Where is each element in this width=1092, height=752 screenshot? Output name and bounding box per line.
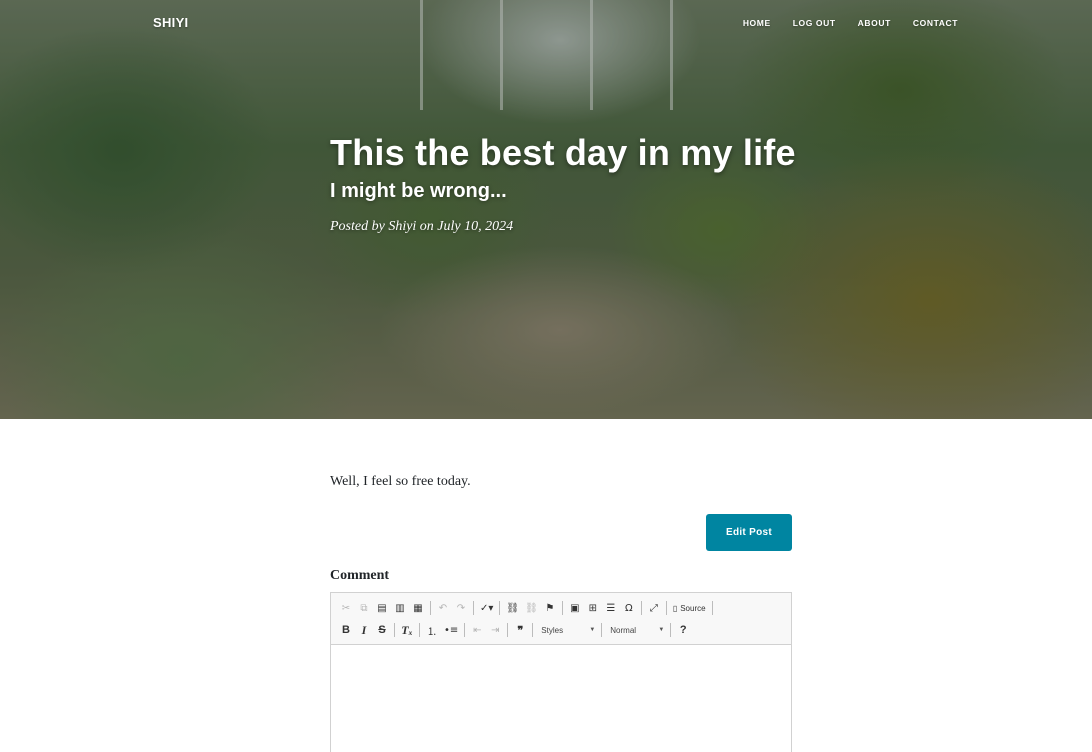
toolbar-separator <box>670 623 672 637</box>
table-icon[interactable]: ⊞ <box>584 599 602 617</box>
toolbar-separator <box>394 623 395 637</box>
source-label: Source <box>680 603 706 613</box>
post-heading: This the best day in my life I might be … <box>330 130 800 235</box>
remove-format-icon[interactable]: Tₓ <box>398 621 416 639</box>
styles-dropdown[interactable]: Styles ▼ <box>536 622 598 638</box>
post-meta: Posted by Shiyi on July 10, 2024 <box>330 219 514 234</box>
toolbar-separator <box>532 623 534 637</box>
undo-icon[interactable]: ↶ <box>434 599 452 617</box>
main-nav: SHIYI HOME LOG OUT ABOUT CONTACT <box>0 0 1092 48</box>
spellcheck-icon[interactable]: ✓▾ <box>477 599 496 617</box>
link-icon[interactable]: ⛓ <box>503 599 522 617</box>
help-button[interactable]: ? <box>674 621 692 639</box>
paste-icon[interactable]: ▤ <box>373 599 391 617</box>
strikethrough-button[interactable]: S <box>373 621 391 639</box>
comment-editor-area[interactable] <box>331 645 791 752</box>
indent-icon[interactable]: ⇥ <box>486 621 504 639</box>
post-body-text: Well, I feel so free today. <box>330 474 471 489</box>
toolbar-separator <box>507 623 509 637</box>
nav-links: HOME LOG OUT ABOUT CONTACT <box>743 18 958 28</box>
format-dropdown[interactable]: Normal ▼ <box>605 622 667 638</box>
styles-dropdown-value: Styles <box>541 625 564 635</box>
source-icon: ▯ <box>672 603 678 613</box>
toolbar-separator <box>499 601 501 615</box>
blockquote-icon[interactable]: ❞ <box>511 621 529 639</box>
italic-button[interactable]: I <box>355 621 373 639</box>
chevron-down-icon: ▼ <box>589 627 596 633</box>
bulleted-list-icon[interactable]: •≡ <box>441 621 461 639</box>
comment-editor: ✂ ⧉ ▤ ▥ ▦ ↶ ↷ ✓▾ ⛓ ⛓ ⚑ ▣ ⊞ ☰ Ω ⤢ ▯ Sourc… <box>330 592 792 752</box>
edit-post-button[interactable]: Edit Post <box>706 514 792 551</box>
horizontal-line-icon[interactable]: ☰ <box>602 599 620 617</box>
anchor-flag-icon[interactable]: ⚑ <box>541 599 559 617</box>
source-button[interactable]: ▯ Source <box>670 604 709 613</box>
toolbar-separator <box>640 601 642 615</box>
toolbar-separator <box>711 601 713 615</box>
toolbar-row: B I S Tₓ ⒈ •≡ ⇤ ⇥ ❞ Styles ▼ Normal ▼ ? <box>337 619 785 641</box>
editor-toolbar: ✂ ⧉ ▤ ▥ ▦ ↶ ↷ ✓▾ ⛓ ⛓ ⚑ ▣ ⊞ ☰ Ω ⤢ ▯ Sourc… <box>331 593 791 645</box>
post-subtitle: I might be wrong... <box>330 180 507 202</box>
image-icon[interactable]: ▣ <box>566 599 584 617</box>
special-char-icon[interactable]: Ω <box>620 599 638 617</box>
cut-icon[interactable]: ✂ <box>337 599 355 617</box>
toolbar-row: ✂ ⧉ ▤ ▥ ▦ ↶ ↷ ✓▾ ⛓ ⛓ ⚑ ▣ ⊞ ☰ Ω ⤢ ▯ Sourc… <box>337 597 785 619</box>
nav-about-link[interactable]: ABOUT <box>858 18 891 28</box>
nav-contact-link[interactable]: CONTACT <box>913 18 958 28</box>
numbered-list-icon[interactable]: ⒈ <box>423 621 441 639</box>
copy-icon[interactable]: ⧉ <box>355 599 373 617</box>
outdent-icon[interactable]: ⇤ <box>468 621 486 639</box>
toolbar-separator <box>601 623 603 637</box>
chevron-down-icon: ▼ <box>658 627 665 633</box>
paste-text-icon[interactable]: ▥ <box>391 599 409 617</box>
post-header-hero: SHIYI HOME LOG OUT ABOUT CONTACT This th… <box>0 0 1092 419</box>
toolbar-separator <box>419 623 420 637</box>
post-title: This the best day in my life <box>330 132 796 173</box>
toolbar-separator <box>665 601 667 615</box>
toolbar-separator <box>561 601 563 615</box>
redo-icon[interactable]: ↷ <box>452 599 470 617</box>
maximize-icon[interactable]: ⤢ <box>645 599 663 617</box>
paste-word-icon[interactable]: ▦ <box>409 599 427 617</box>
toolbar-separator <box>464 623 466 637</box>
bold-button[interactable]: B <box>337 621 355 639</box>
nav-home-link[interactable]: HOME <box>743 18 771 28</box>
nav-logout-link[interactable]: LOG OUT <box>793 18 836 28</box>
toolbar-separator <box>473 601 474 615</box>
brand-link[interactable]: SHIYI <box>153 15 188 30</box>
unlink-icon[interactable]: ⛓ <box>522 599 541 617</box>
comment-label: Comment <box>330 568 390 583</box>
toolbar-separator <box>430 601 431 615</box>
format-dropdown-value: Normal <box>610 625 637 635</box>
